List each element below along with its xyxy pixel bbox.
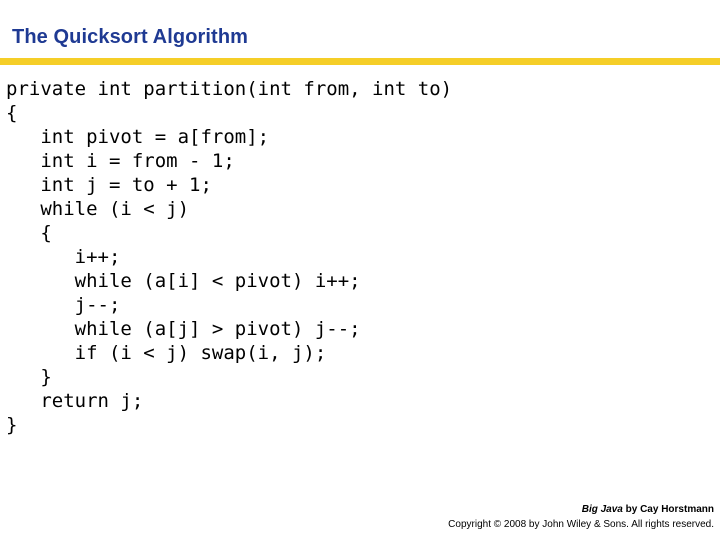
code-line: while (i < j): [6, 198, 190, 220]
page-title: The Quicksort Algorithm: [12, 26, 249, 48]
slide-footer: Big Java by Cay Horstmann Copyright © 20…: [448, 502, 714, 532]
code-line: int pivot = a[from];: [6, 126, 270, 148]
code-line: if (i < j) swap(i, j);: [6, 342, 327, 364]
code-line: {: [6, 102, 18, 124]
code-line: int i = from - 1;: [6, 150, 235, 172]
code-line: while (a[i] < pivot) i++;: [6, 270, 361, 292]
book-title: Big Java: [581, 504, 623, 515]
code-line: {: [6, 222, 52, 244]
author-credit: by Cay Horstmann: [622, 504, 714, 515]
code-line: j--;: [6, 294, 121, 316]
attribution-line: Big Java by Cay Horstmann: [448, 502, 714, 517]
code-line: return j;: [6, 390, 144, 412]
code-line: private int partition(int from, int to): [6, 78, 453, 100]
code-line: int j = to + 1;: [6, 174, 212, 196]
slide-canvas: The Quicksort Algorithm private int part…: [0, 0, 720, 540]
copyright-notice: Copyright © 2008 by John Wiley & Sons. A…: [448, 519, 714, 530]
code-listing: private int partition(int from, int to) …: [6, 77, 712, 437]
code-line: i++;: [6, 246, 121, 268]
code-line: }: [6, 366, 52, 388]
code-line: }: [6, 414, 18, 436]
code-line: while (a[j] > pivot) j--;: [6, 318, 361, 340]
title-divider: [0, 58, 720, 65]
slide-header: The Quicksort Algorithm: [0, 24, 720, 66]
